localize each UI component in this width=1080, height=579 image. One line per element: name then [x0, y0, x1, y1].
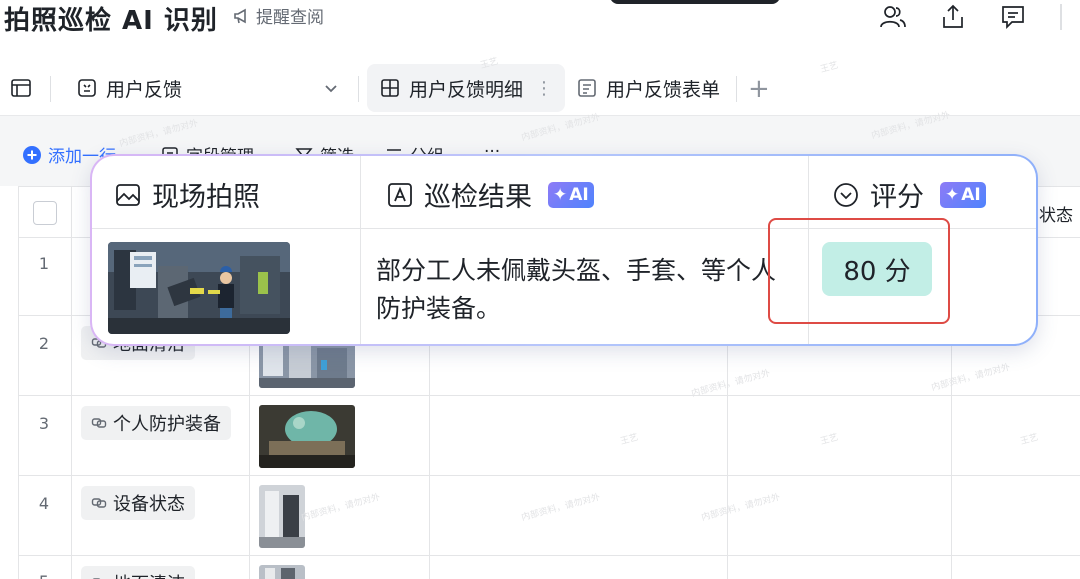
- photo-thumbnail[interactable]: [259, 485, 305, 548]
- ai-result-card: 现场拍照 巡检结果 ✦ AI 评分 ✦ AI 部分工人未佩戴头盔、手套、等个人防…: [90, 154, 1038, 346]
- column-header-label: 现场拍照: [152, 182, 260, 213]
- tab-label: 用户反馈表单: [606, 78, 721, 101]
- select-all-checkbox[interactable]: [33, 201, 57, 225]
- column-header-photo[interactable]: 现场拍照: [114, 175, 260, 214]
- image-icon: [116, 183, 140, 206]
- comment-icon: [1002, 6, 1024, 30]
- chevron-down-icon: [325, 85, 337, 93]
- column-header-score[interactable]: 评分 ✦ AI: [832, 175, 986, 214]
- share-icon: [943, 4, 963, 28]
- sparkle-icon: ✦: [945, 184, 960, 205]
- top-bar: 拍照巡检 AI 识别 提醒查阅: [0, 0, 1080, 58]
- form-view-icon: [578, 79, 596, 97]
- ai-result-card-body: 现场拍照 巡检结果 ✦ AI 评分 ✦ AI 部分工人未佩戴头盔、手套、等个人防…: [92, 156, 1036, 344]
- remind-label: 提醒查阅: [256, 8, 324, 28]
- single-select-icon: [834, 182, 858, 207]
- remind-button[interactable]: 提醒查阅: [232, 3, 324, 28]
- camera-notch: [610, 0, 780, 4]
- row-number: 4: [38, 494, 50, 513]
- site-photo[interactable]: [108, 242, 290, 334]
- category-label: 设备状态: [113, 494, 185, 515]
- column-header-result[interactable]: 巡检结果 ✦ AI: [386, 175, 594, 214]
- row-number: 3: [38, 414, 50, 433]
- megaphone-icon: [234, 8, 246, 23]
- column-divider: [71, 187, 72, 579]
- ai-badge: ✦ AI: [548, 181, 594, 208]
- table-selector-dropdown[interactable]: [320, 64, 342, 112]
- category-chip[interactable]: 地面清洁: [81, 566, 195, 579]
- row-number: 2: [38, 334, 50, 353]
- tab-user-feedback-detail[interactable]: 用户反馈明细 ⋮: [367, 64, 566, 112]
- table-selector-label: 用户反馈: [106, 78, 183, 101]
- add-view-icon[interactable]: +: [748, 74, 770, 104]
- column-header-label: 巡检结果: [424, 182, 532, 213]
- card-divider: [360, 156, 361, 344]
- text-field-icon: [388, 182, 412, 207]
- row-number: 1: [38, 254, 50, 273]
- category-chip[interactable]: 个人防护装备: [81, 406, 231, 440]
- photo-thumbnail[interactable]: [259, 340, 355, 388]
- category-chip[interactable]: 设备状态: [81, 486, 195, 520]
- score-highlight-box: [768, 218, 950, 324]
- ai-badge-label: AI: [961, 184, 981, 205]
- link-icon: [91, 498, 107, 508]
- table-selector-icon: [78, 79, 96, 97]
- divider: [1060, 4, 1062, 30]
- photo-thumbnail[interactable]: [259, 565, 305, 579]
- ai-badge: ✦ AI: [940, 181, 986, 208]
- view-tabs-bar: 用户反馈 用户反馈明细 ⋮ 用户反馈表单 +: [0, 62, 1080, 116]
- row-divider: [19, 395, 1080, 396]
- comment-button[interactable]: [996, 0, 1030, 34]
- sidebar-icon: [11, 79, 31, 97]
- users-button[interactable]: [876, 0, 910, 34]
- divider: [358, 76, 359, 102]
- column-header-label: 评分: [870, 182, 924, 213]
- page-title: 拍照巡检 AI 识别: [4, 6, 218, 36]
- share-button[interactable]: [936, 0, 970, 34]
- more-options-icon[interactable]: ⋮: [535, 78, 553, 99]
- plus-circle-icon: [23, 145, 41, 164]
- category-label: 地面清洁: [113, 570, 185, 579]
- row-divider: [19, 475, 1080, 476]
- sidebar-toggle-button[interactable]: [10, 64, 32, 112]
- ai-badge-label: AI: [569, 184, 589, 205]
- grid-view-icon: [381, 79, 399, 97]
- category-label: 个人防护装备: [113, 414, 221, 435]
- tab-user-feedback-form[interactable]: 用户反馈表单: [576, 64, 720, 112]
- table-selector[interactable]: 用户反馈: [76, 64, 182, 112]
- column-header-status: 状态: [1039, 206, 1073, 226]
- tab-label: 用户反馈明细: [409, 78, 524, 101]
- users-icon: [880, 6, 906, 28]
- link-icon: [91, 418, 107, 428]
- inspection-result-text: 部分工人未佩戴头盔、手套、等个人防护装备。: [376, 256, 777, 323]
- divider: [50, 76, 51, 102]
- photo-thumbnail[interactable]: [259, 405, 355, 468]
- row-number: 5: [34, 572, 54, 579]
- row-divider: [19, 555, 1080, 556]
- sparkle-icon: ✦: [553, 184, 568, 205]
- link-icon: [92, 578, 101, 579]
- divider: [736, 76, 737, 102]
